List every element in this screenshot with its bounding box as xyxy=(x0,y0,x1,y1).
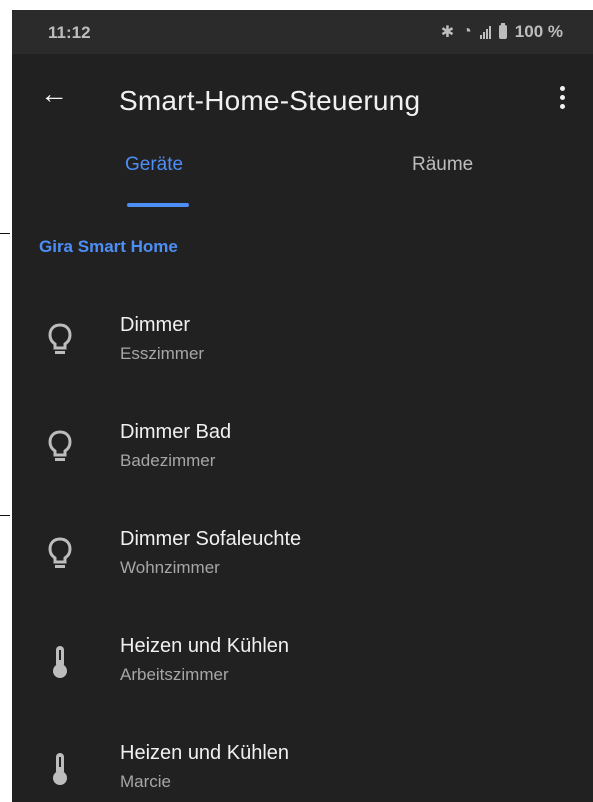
battery-icon xyxy=(498,23,507,39)
tab-raeume[interactable]: Räume xyxy=(412,154,473,176)
lightbulb-icon xyxy=(48,430,72,461)
device-name: Dimmer Sofaleuchte xyxy=(120,528,302,550)
device-list-item[interactable]: Dimmer Bad Badezimmer xyxy=(12,402,593,509)
device-name: Heizen und Kühlen xyxy=(120,742,290,764)
arrow-left-icon[interactable]: ← xyxy=(40,78,68,110)
device-room: Wohnzimmer xyxy=(120,558,220,577)
battery-text: 100 % xyxy=(514,22,563,41)
device-list-item[interactable]: Dimmer Esszimmer xyxy=(12,295,593,402)
phone-screen: 11:12 ✱ ◔ 100 % ← Smart-Home-Steuerung G… xyxy=(12,10,593,802)
status-icons: ✱ ◔ 100 % xyxy=(441,22,563,42)
device-room: Arbeitszimmer xyxy=(120,665,229,684)
device-list-item[interactable]: Heizen und Kühlen Marcie xyxy=(12,723,593,802)
wifi-icon: ◔ xyxy=(462,23,472,40)
status-time: 11:12 xyxy=(48,23,91,42)
device-list: Dimmer Esszimmer Dimmer Bad Badezimmer D… xyxy=(12,295,593,802)
tab-indicator xyxy=(127,203,189,207)
more-vert-icon[interactable] xyxy=(560,86,565,109)
app-bar: ← Smart-Home-Steuerung xyxy=(12,54,593,144)
tab-geraete[interactable]: Geräte xyxy=(125,154,183,176)
device-room: Marcie xyxy=(120,772,172,791)
signal-icon xyxy=(479,25,491,39)
device-name: Heizen und Kühlen xyxy=(120,635,290,657)
lightbulb-icon xyxy=(48,537,72,568)
lightbulb-icon xyxy=(48,323,72,354)
left-edge-strip xyxy=(0,0,12,802)
bluetooth-icon: ✱ xyxy=(440,24,455,41)
page-title: Smart-Home-Steuerung xyxy=(119,85,421,116)
device-list-item[interactable]: Dimmer Sofaleuchte Wohnzimmer xyxy=(12,509,593,616)
tab-bar: Geräte Räume xyxy=(12,144,593,212)
status-bar: 11:12 ✱ ◔ 100 % xyxy=(12,10,593,54)
device-room: Esszimmer xyxy=(120,344,205,363)
device-name: Dimmer Bad xyxy=(120,421,232,443)
thermometer-icon xyxy=(53,646,67,678)
thermometer-icon xyxy=(53,753,67,785)
section-heading: Gira Smart Home xyxy=(39,237,178,256)
device-list-item[interactable]: Heizen und Kühlen Arbeitszimmer xyxy=(12,616,593,723)
edge-tick xyxy=(0,515,10,516)
edge-tick xyxy=(0,233,10,234)
device-room: Badezimmer xyxy=(120,451,216,470)
device-name: Dimmer xyxy=(120,314,190,336)
